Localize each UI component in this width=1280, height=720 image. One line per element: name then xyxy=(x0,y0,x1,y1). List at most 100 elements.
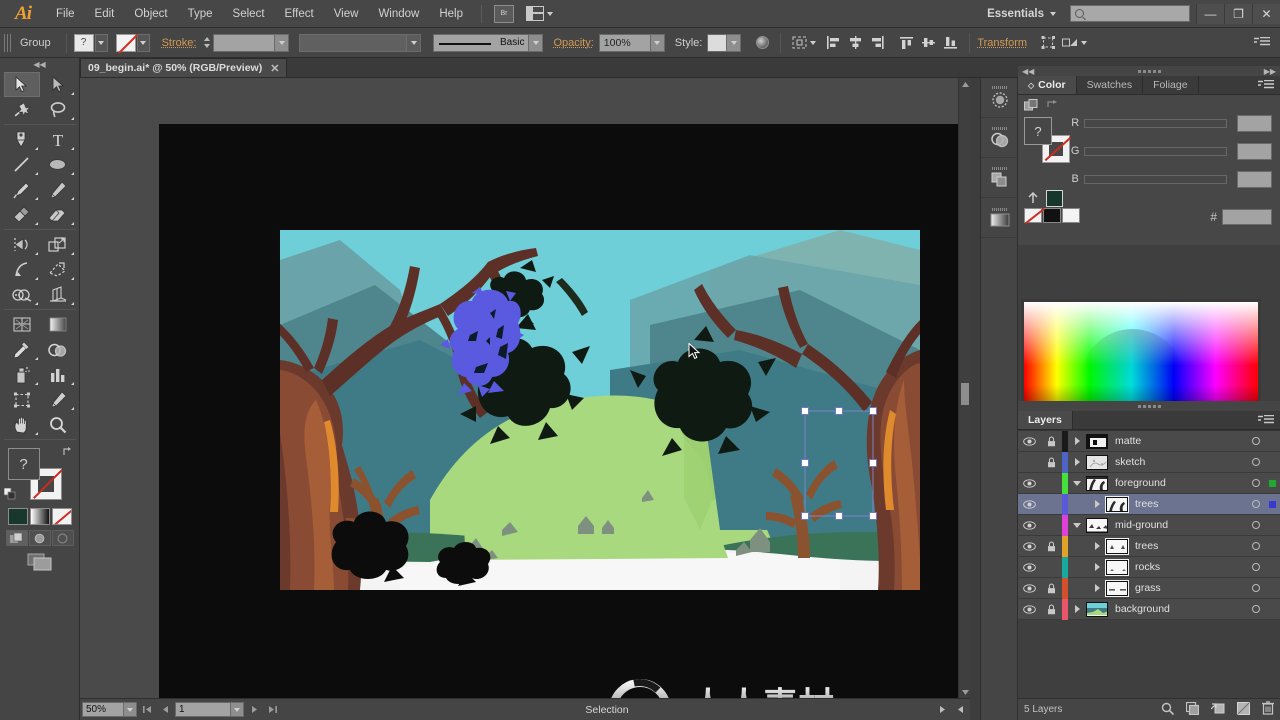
artboard[interactable]: M 人人素材 www.rr-sc.com xyxy=(159,124,959,698)
rail-item-gradient[interactable] xyxy=(981,198,1019,238)
fill-color-control[interactable]: ? xyxy=(73,33,108,52)
stroke-color-control[interactable] xyxy=(115,33,150,52)
layers-panel-menu-button[interactable] xyxy=(1252,411,1280,429)
artboard-number-input[interactable]: 1 xyxy=(175,702,231,717)
artwork[interactable] xyxy=(280,230,920,590)
maximize-button[interactable]: ❐ xyxy=(1224,3,1252,24)
color-button[interactable] xyxy=(7,508,28,525)
gradient-button[interactable] xyxy=(29,508,50,525)
opacity-value[interactable]: 100% xyxy=(598,33,651,52)
isolate-selected-button[interactable] xyxy=(788,33,810,53)
layer-row-trees[interactable]: trees xyxy=(1018,493,1280,515)
last-artboard-button[interactable] xyxy=(264,702,280,718)
color-fill-box[interactable]: ? xyxy=(1024,117,1052,145)
close-icon[interactable]: ✕ xyxy=(270,62,279,75)
hand-tool[interactable] xyxy=(4,412,40,437)
stroke-label[interactable]: Stroke: xyxy=(162,37,197,49)
fill-color-box[interactable]: ? xyxy=(7,448,40,480)
tab-foliage[interactable]: Foliage xyxy=(1143,76,1199,94)
layer-expand-toggle[interactable] xyxy=(1068,458,1086,466)
column-graph-tool[interactable] xyxy=(40,362,76,387)
layer-expand-toggle[interactable] xyxy=(1088,542,1106,550)
color-panel-menu-button[interactable] xyxy=(1252,76,1280,94)
layer-target-circle[interactable] xyxy=(1245,563,1267,571)
layer-row-sketch[interactable]: sketch xyxy=(1018,451,1280,473)
stroke-swatch-none[interactable] xyxy=(115,33,136,52)
layer-target-circle[interactable] xyxy=(1245,521,1267,529)
chevron-down-icon[interactable] xyxy=(650,33,665,52)
layer-name[interactable]: background xyxy=(1108,603,1245,615)
symbol-sprayer-tool[interactable] xyxy=(4,362,40,387)
layer-lock-toggle[interactable] xyxy=(1040,457,1062,468)
panel-gripper[interactable] xyxy=(992,208,1008,211)
layer-visibility-toggle[interactable] xyxy=(1018,562,1040,572)
blend-tool[interactable] xyxy=(40,337,76,362)
tools-panel-gripper[interactable]: ◀◀ xyxy=(0,58,79,70)
direct-selection-tool[interactable] xyxy=(40,72,76,97)
last-color-swatch[interactable] xyxy=(1046,190,1063,207)
layer-row-mid-ground[interactable]: mid-ground xyxy=(1018,514,1280,536)
shape-builder-tool[interactable] xyxy=(4,282,40,307)
artboard-dropdown-icon[interactable] xyxy=(231,702,244,717)
artboard-navigation[interactable]: 1 xyxy=(175,702,244,717)
layer-target-circle[interactable] xyxy=(1245,500,1267,508)
align-center-horizontal-button[interactable] xyxy=(844,33,866,53)
search-input[interactable] xyxy=(1070,5,1190,22)
layer-visibility-toggle[interactable] xyxy=(1018,436,1040,446)
menu-edit[interactable]: Edit xyxy=(85,0,125,28)
tab-color[interactable]: ◇ Color xyxy=(1018,76,1077,94)
graphic-style-swatch[interactable] xyxy=(707,33,728,52)
eraser-tool[interactable] xyxy=(40,202,76,227)
align-bottom-button[interactable] xyxy=(940,33,962,53)
create-new-sublayer-icon[interactable] xyxy=(1210,702,1225,718)
scale-tool[interactable] xyxy=(40,232,76,257)
workspace-switcher[interactable]: Essentials xyxy=(979,8,1064,20)
layer-lock-toggle[interactable] xyxy=(1040,436,1062,447)
brush-preview[interactable]: Basic xyxy=(433,33,530,52)
menu-select[interactable]: Select xyxy=(223,0,275,28)
zoom-level-input[interactable]: 50% xyxy=(82,702,124,717)
layer-target-circle[interactable] xyxy=(1245,542,1267,550)
layer-target-circle[interactable] xyxy=(1245,479,1267,487)
type-tool[interactable]: T xyxy=(40,127,76,152)
layer-name[interactable]: trees xyxy=(1128,540,1245,552)
layer-selection-square[interactable] xyxy=(1267,479,1277,487)
align-left-button[interactable] xyxy=(822,33,844,53)
layer-row-matte[interactable]: matte xyxy=(1018,430,1280,452)
make-clipping-mask-icon[interactable] xyxy=(1185,701,1200,718)
graphic-style-field[interactable] xyxy=(707,33,742,52)
draw-behind-button[interactable] xyxy=(28,530,51,546)
stroke-weight-stepper[interactable] xyxy=(202,34,212,52)
menu-help[interactable]: Help xyxy=(429,0,473,28)
slider-track-g[interactable] xyxy=(1084,146,1227,156)
control-bar-gripper[interactable] xyxy=(4,33,12,52)
layer-row-rocks[interactable]: rocks xyxy=(1018,556,1280,578)
layer-expand-toggle[interactable] xyxy=(1068,437,1086,445)
white-swatch[interactable] xyxy=(1062,208,1080,223)
first-artboard-button[interactable] xyxy=(139,702,155,718)
rail-item-appearance[interactable] xyxy=(981,158,1019,198)
layer-expand-toggle[interactable] xyxy=(1068,522,1086,528)
bridge-icon[interactable]: Br xyxy=(494,4,514,23)
default-fill-stroke-icon[interactable] xyxy=(3,487,16,500)
lasso-tool[interactable] xyxy=(40,97,76,122)
scroll-up-icon[interactable] xyxy=(960,79,970,89)
canvas-vertical-scrollbar-thumb[interactable] xyxy=(961,383,969,405)
layer-name[interactable]: foreground xyxy=(1108,477,1245,489)
chevron-down-icon[interactable] xyxy=(810,40,817,45)
slider-row-b[interactable]: B xyxy=(1066,165,1272,193)
recolor-artwork-button[interactable] xyxy=(751,33,773,53)
control-panel-menu[interactable] xyxy=(1254,37,1270,48)
pen-tool[interactable] xyxy=(4,127,40,152)
scroll-down-icon[interactable] xyxy=(960,687,970,697)
delete-selection-icon[interactable] xyxy=(1262,701,1274,718)
ellipse-tool[interactable] xyxy=(40,152,76,177)
layer-target-circle[interactable] xyxy=(1245,458,1267,466)
layer-name[interactable]: matte xyxy=(1108,435,1245,447)
layer-name[interactable]: rocks xyxy=(1128,561,1245,573)
align-middle-vertical-button[interactable] xyxy=(918,33,940,53)
artboard-tool[interactable] xyxy=(4,387,40,412)
line-segment-tool[interactable] xyxy=(4,152,40,177)
draw-inside-button[interactable] xyxy=(51,530,74,546)
hex-input[interactable] xyxy=(1222,209,1272,225)
